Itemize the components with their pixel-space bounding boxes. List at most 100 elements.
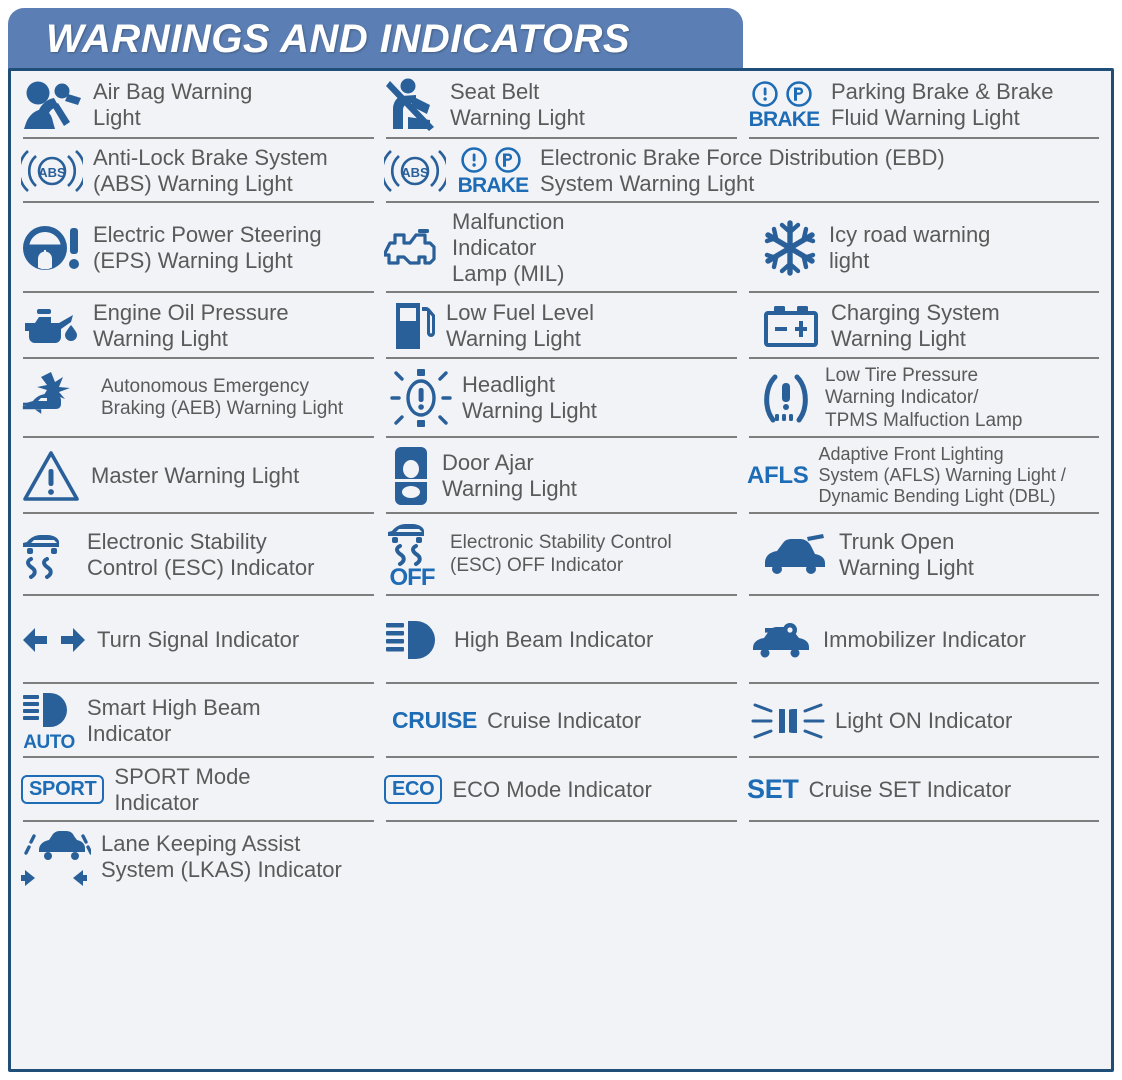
indicator-label: Master Warning Light — [91, 462, 300, 488]
indicator-label: Parking Brake & Brake Fluid Warning Ligh… — [831, 79, 1054, 130]
indicator-seat-belt[interactable]: Seat Belt Warning Light — [380, 71, 743, 139]
indicator-headlight-warning[interactable]: Headlight Warning Light — [380, 359, 743, 439]
indicator-aeb[interactable]: Autonomous Emergency Braking (AEB) Warni… — [17, 359, 380, 439]
indicator-lkas[interactable]: Lane Keeping Assist System (LKAS) Indica… — [17, 822, 380, 892]
indicator-label: Anti-Lock Brake System (ABS) Warning Lig… — [93, 145, 328, 196]
door-ajar-icon — [390, 445, 432, 507]
indicator-cruise[interactable]: CRUISE Cruise Indicator — [380, 684, 743, 758]
warning-triangle-icon — [21, 448, 81, 504]
table-row: Autonomous Emergency Braking (AEB) Warni… — [17, 359, 1105, 439]
indicator-parking-brake[interactable]: BRAKE Parking Brake & Brake Fluid Warnin… — [743, 71, 1105, 139]
indicator-eps[interactable]: Electric Power Steering (EPS) Warning Li… — [17, 203, 380, 293]
header-tab: WARNINGS AND INDICATORS — [8, 8, 743, 70]
indicator-label: Air Bag Warning Light — [93, 79, 253, 130]
indicator-high-beam[interactable]: High Beam Indicator — [380, 596, 743, 684]
indicator-abs[interactable]: ABS Anti-Lock Brake System (ABS) Warning… — [17, 139, 380, 203]
malfunction-indicator-lamp-icon — [384, 223, 442, 273]
indicator-smart-high-beam[interactable]: AUTO Smart High Beam Indicator — [17, 684, 380, 758]
light-on-icon — [751, 701, 825, 741]
high-beam-icon — [384, 617, 444, 663]
indicator-cruise-set[interactable]: SET Cruise SET Indicator — [743, 758, 1105, 822]
turn-signal-icon — [21, 625, 87, 655]
snowflake-icon — [761, 219, 819, 277]
table-row: SPORT SPORT Mode Indicator ECO ECO Mode … — [17, 758, 1105, 822]
indicator-label: Charging System Warning Light — [831, 299, 1000, 351]
indicator-ebd[interactable]: ABS BRAKE Electronic Brake Force Distrib… — [380, 139, 1105, 203]
indicator-label: Seat Belt Warning Light — [450, 79, 585, 130]
indicator-low-fuel[interactable]: Low Fuel Level Warning Light — [380, 293, 743, 359]
abs-icon: ABS — [21, 146, 83, 196]
indicator-label: Malfunction Indicator Lamp (MIL) — [452, 208, 565, 286]
cruise-text-icon: CRUISE — [392, 707, 478, 734]
indicator-label: Low Tire Pressure Warning Indicator/ TPM… — [825, 364, 1023, 431]
indicator-label: Lane Keeping Assist System (LKAS) Indica… — [101, 830, 342, 882]
indicator-mil[interactable]: Malfunction Indicator Lamp (MIL) — [380, 203, 743, 293]
indicator-esc-off[interactable]: OFF Electronic Stability Control (ESC) O… — [380, 514, 743, 596]
indicator-label: Engine Oil Pressure Warning Light — [93, 299, 289, 351]
indicator-turn-signal[interactable]: Turn Signal Indicator — [17, 596, 380, 684]
headlight-warning-icon — [390, 367, 452, 429]
indicator-afls[interactable]: AFLS Adaptive Front Lighting System (AFL… — [743, 438, 1105, 514]
table-row: ABS Anti-Lock Brake System (ABS) Warning… — [17, 139, 1105, 203]
indicator-label: Low Fuel Level Warning Light — [446, 299, 594, 351]
esc-icon — [21, 527, 77, 583]
indicator-immobilizer[interactable]: Immobilizer Indicator — [743, 596, 1105, 684]
indicator-engine-oil-pressure[interactable]: Engine Oil Pressure Warning Light — [17, 293, 380, 359]
afls-text-icon: AFLS — [747, 461, 809, 489]
indicator-sport-mode[interactable]: SPORT SPORT Mode Indicator — [17, 758, 380, 822]
indicator-light-on[interactable]: Light ON Indicator — [743, 684, 1105, 758]
brake-text: BRAKE — [748, 108, 820, 131]
indicator-master-warning[interactable]: Master Warning Light — [17, 438, 380, 514]
parking-brake-brake-fluid-icon: BRAKE — [747, 80, 821, 130]
indicator-label: Icy road warning light — [829, 221, 991, 273]
lane-keeping-assist-icon — [21, 828, 91, 886]
svg-text:ABS: ABS — [401, 165, 429, 180]
page-title: WARNINGS AND INDICATORS — [46, 16, 631, 61]
immobilizer-icon — [747, 620, 813, 660]
indicator-label: Immobilizer Indicator — [823, 626, 1026, 652]
indicator-label: Cruise Indicator — [487, 707, 642, 733]
indicator-air-bag[interactable]: Air Bag Warning Light — [17, 71, 380, 139]
esc-off-text: OFF — [389, 563, 436, 591]
brake-text: BRAKE — [457, 173, 529, 197]
indicator-charging-system[interactable]: Charging System Warning Light — [743, 293, 1105, 359]
battery-icon — [761, 303, 821, 349]
autonomous-emergency-braking-icon — [21, 370, 91, 426]
seat-belt-icon — [384, 77, 440, 133]
indicator-label: Cruise SET Indicator — [808, 776, 1012, 802]
tire-pressure-icon — [757, 371, 815, 425]
electric-power-steering-icon — [21, 222, 83, 274]
indicator-eco-mode[interactable]: ECO ECO Mode Indicator — [380, 758, 743, 822]
indicator-label: Smart High Beam Indicator — [87, 694, 261, 746]
indicator-door-ajar[interactable]: Door Ajar Warning Light — [380, 438, 743, 514]
indicator-label: Headlight Warning Light — [462, 372, 597, 424]
indicator-label: Trunk Open Warning Light — [839, 528, 974, 580]
indicator-label: SPORT Mode Indicator — [114, 763, 251, 815]
auto-text: AUTO — [23, 731, 75, 753]
indicator-label: ECO Mode Indicator — [452, 776, 652, 802]
indicator-label: High Beam Indicator — [454, 626, 654, 652]
table-row: Master Warning Light Door Ajar Warning L… — [17, 438, 1105, 514]
indicator-esc[interactable]: Electronic Stability Control (ESC) Indic… — [17, 514, 380, 596]
abs-icon: ABS — [384, 146, 447, 196]
table-row: AUTO Smart High Beam Indicator CRUISE Cr… — [17, 684, 1105, 758]
indicator-label: Electronic Stability Control (ESC) OFF I… — [450, 532, 672, 576]
indicator-label: Adaptive Front Lighting System (AFLS) Wa… — [818, 443, 1066, 507]
table-row: Engine Oil Pressure Warning Light Low Fu… — [17, 293, 1105, 359]
esc-off-icon: OFF — [384, 520, 440, 590]
indicator-trunk-open[interactable]: Trunk Open Warning Light — [743, 514, 1105, 596]
fuel-pump-icon — [392, 299, 436, 353]
indicator-icy-road[interactable]: Icy road warning light — [743, 203, 1105, 293]
indicator-table: Air Bag Warning Light Seat Belt Warning … — [8, 68, 1114, 1072]
cruise-set-icon: SET — [747, 774, 799, 805]
indicator-label: Turn Signal Indicator — [97, 626, 300, 652]
sport-mode-icon: SPORT — [21, 775, 105, 805]
indicator-label: Electronic Brake Force Distribution (EBD… — [540, 145, 945, 196]
table-row: Lane Keeping Assist System (LKAS) Indica… — [17, 822, 1105, 892]
smart-high-beam-icon: AUTO — [21, 690, 77, 752]
table-row: Turn Signal Indicator High Beam Indicato… — [17, 596, 1105, 684]
indicator-tpms[interactable]: Low Tire Pressure Warning Indicator/ TPM… — [743, 359, 1105, 439]
table-row: Air Bag Warning Light Seat Belt Warning … — [17, 71, 1105, 139]
indicator-label: Electric Power Steering (EPS) Warning Li… — [93, 221, 322, 273]
airbag-icon — [21, 78, 83, 132]
